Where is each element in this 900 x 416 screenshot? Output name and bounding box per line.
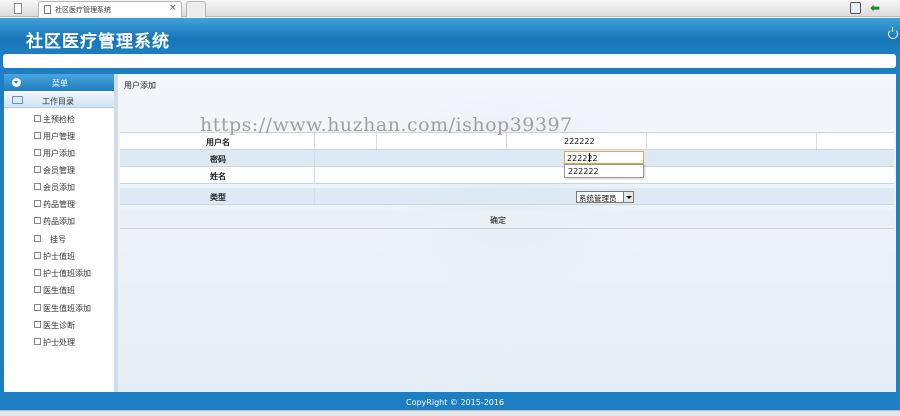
- sidebar-group-work-directory[interactable]: 工作目录: [4, 93, 114, 108]
- page-icon: [34, 338, 41, 345]
- sidebar-item-label: 用户管理: [43, 132, 75, 141]
- browser-tab-title: 社区医疗管理系统: [55, 6, 111, 14]
- sidebar-item-label: 用户添加: [43, 149, 75, 158]
- username-label: 用户名: [206, 138, 230, 147]
- sidebar-item-doctor-duty[interactable]: 医生值班: [34, 283, 114, 298]
- browser-tab-bar: 社区医疗管理系统 × ⬅: [0, 0, 900, 17]
- sidebar: 菜单 工作目录 主预检检 用户管理 用户添加 会员管理 会员添加 药品管理 药品…: [4, 74, 118, 392]
- app-footer: CopyRight © 2015-2016: [0, 396, 900, 410]
- sidebar-item-label: 护士值班: [43, 252, 75, 261]
- page-icon: [34, 286, 41, 293]
- sidebar-menu-header[interactable]: 菜单: [4, 74, 114, 91]
- sidebar-item-label: 药品添加: [43, 217, 75, 226]
- tab-close-icon[interactable]: ×: [169, 3, 177, 13]
- form-row-name: 姓名: [120, 167, 894, 184]
- document-icon: [44, 5, 51, 14]
- sidebar-item-member-add[interactable]: 会员添加: [34, 180, 114, 195]
- sidebar-item-drug-management[interactable]: 药品管理: [34, 197, 114, 212]
- system-title: 社区医疗管理系统: [26, 32, 170, 52]
- type-select-value: 系统管理员: [579, 194, 617, 203]
- page-icon: [34, 166, 41, 173]
- sidebar-item-label: 挂号: [50, 235, 66, 244]
- page-icon: [34, 235, 41, 242]
- page-icon: [34, 217, 41, 224]
- autocomplete-suggestion[interactable]: 222222: [564, 164, 644, 178]
- sidebar-menu-label: 菜单: [52, 79, 68, 88]
- header-subbar: [0, 53, 900, 70]
- sidebar-item-nurse-duty[interactable]: 护士值班: [34, 249, 114, 264]
- form-row-password: 密码 222222: [120, 150, 894, 167]
- sidebar-item-drug-add[interactable]: 药品添加: [34, 214, 114, 229]
- sidebar-item-label: 护士值班添加: [43, 269, 91, 278]
- username-field[interactable]: 222222: [564, 137, 595, 146]
- sidebar-item-main-check[interactable]: 主预检检: [34, 112, 114, 127]
- column-divider: [646, 133, 647, 149]
- back-arrow-icon[interactable]: ⬅: [870, 1, 880, 15]
- app-header: 社区医疗管理系统: [0, 18, 900, 53]
- page-icon: [34, 321, 41, 328]
- sidebar-item-label: 护士处理: [43, 338, 75, 347]
- page-icon: [34, 132, 41, 139]
- watermark-text: https://www.huzhan.com/ishop39397: [200, 114, 573, 136]
- sidebar-item-member-management[interactable]: 会员管理: [34, 163, 114, 178]
- type-label: 类型: [210, 193, 226, 202]
- sidebar-item-label: 会员管理: [43, 166, 75, 175]
- column-divider: [816, 133, 817, 149]
- new-tab-button[interactable]: [186, 1, 206, 17]
- column-divider: [314, 150, 315, 166]
- header-subbar-panel: [3, 54, 896, 68]
- page-list-icon[interactable]: [14, 3, 22, 14]
- autocomplete-suggestion-value: 222222: [568, 167, 599, 176]
- page-icon: [34, 269, 41, 276]
- content-panel: 用户添加 用户名 222222 密码 222222 姓名 类型 系统管理员 22…: [118, 74, 896, 392]
- sidebar-item-user-management[interactable]: 用户管理: [34, 129, 114, 144]
- sidebar-item-label: 医生值班: [43, 286, 75, 295]
- logout-power-icon[interactable]: [888, 27, 898, 39]
- sidebar-item-registration[interactable]: 挂号: [34, 232, 114, 247]
- folder-icon: [12, 96, 23, 104]
- password-label: 密码: [210, 155, 226, 164]
- form-row-submit: 确定: [120, 211, 894, 229]
- sidebar-item-nurse-duty-add[interactable]: 护士值班添加: [34, 266, 114, 281]
- text-cursor: [589, 153, 590, 162]
- password-field[interactable]: 222222: [564, 151, 644, 164]
- sidebar-item-user-add[interactable]: 用户添加: [34, 146, 114, 161]
- copyright-text: CopyRight © 2015-2016: [406, 398, 505, 407]
- sidebar-item-doctor-duty-add[interactable]: 医生值班添加: [34, 301, 114, 316]
- confirm-button[interactable]: 确定: [490, 215, 506, 226]
- page-icon: [34, 149, 41, 156]
- chevron-down-icon[interactable]: [623, 192, 633, 202]
- sidebar-item-label: 药品管理: [43, 200, 75, 209]
- sidebar-item-doctor-diagnosis[interactable]: 医生诊断: [34, 318, 114, 333]
- page-icon: [34, 115, 41, 122]
- form-row-type: 类型 系统管理员: [120, 188, 894, 205]
- page-icon: [34, 200, 41, 207]
- sidebar-item-label: 主预检检: [43, 115, 75, 124]
- sidebar-item-label: 会员添加: [43, 183, 75, 192]
- sidebar-item-label: 医生值班添加: [43, 304, 91, 313]
- page-icon: [34, 304, 41, 311]
- breadcrumb: 用户添加: [124, 81, 156, 90]
- collapse-chevron-icon[interactable]: [12, 78, 21, 87]
- page-icon: [34, 252, 41, 259]
- user-add-form: 用户名 222222 密码 222222 姓名 类型 系统管理员 222222 …: [120, 132, 894, 229]
- sidebar-group-label: 工作目录: [42, 97, 74, 106]
- sidebar-item-nurse-handling[interactable]: 护士处理: [34, 335, 114, 350]
- type-select[interactable]: 系统管理员: [576, 191, 634, 203]
- password-field-value: 222222: [567, 154, 598, 163]
- home-icon[interactable]: [850, 2, 861, 14]
- name-label: 姓名: [210, 172, 226, 181]
- page-icon: [34, 183, 41, 190]
- column-divider: [314, 167, 315, 183]
- sidebar-item-label: 医生诊断: [43, 321, 75, 330]
- browser-tab[interactable]: 社区医疗管理系统 ×: [38, 1, 182, 17]
- column-divider: [314, 188, 315, 204]
- browser-status-bar: [0, 410, 900, 416]
